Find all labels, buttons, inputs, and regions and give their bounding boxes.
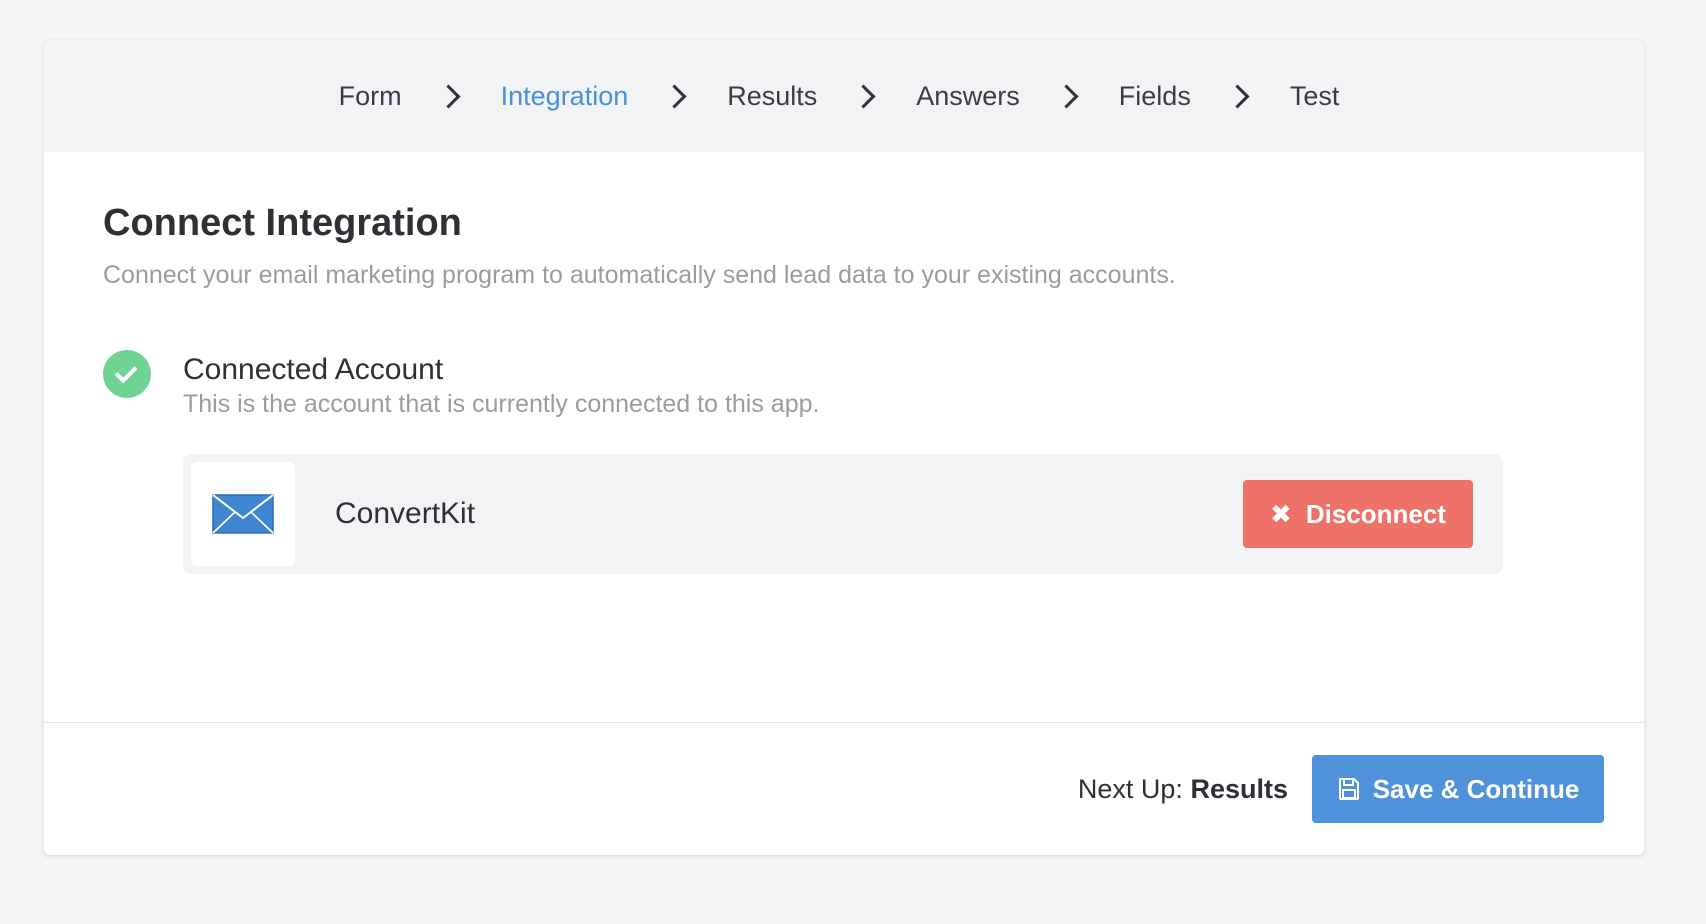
envelope-icon [212,494,274,534]
section-subtitle: This is the account that is currently co… [183,390,820,418]
check-circle-icon [103,350,151,398]
account-logo [191,462,295,566]
disconnect-button[interactable]: ✖ Disconnect [1243,480,1473,548]
step-fields[interactable]: Fields [1119,81,1191,112]
chevron-right-icon [1225,83,1250,109]
step-answers[interactable]: Answers [916,81,1020,112]
chevron-right-icon [851,83,876,109]
next-up: Next Up: Results [1078,774,1288,805]
step-form[interactable]: Form [339,81,402,112]
floppy-disk-icon [1338,778,1359,800]
next-up-label: Next Up: [1077,773,1183,804]
next-up-value: Results [1190,773,1288,804]
account-name: ConvertKit [335,497,476,530]
disconnect-label: Disconnect [1305,498,1446,529]
save-label: Save & Continue [1372,773,1580,804]
integration-card: Form Integration Results Answers Fields … [44,40,1644,855]
connected-account-section: Connected Account This is the account th… [103,350,1585,420]
chevron-right-icon [662,83,687,109]
main-content: Connect Integration Connect your email m… [44,152,1644,722]
connected-account-text: Connected Account This is the account th… [183,352,819,420]
footer: Next Up: Results Save & Continue [44,722,1644,855]
step-integration[interactable]: Integration [501,81,629,112]
chevron-right-icon [436,83,461,109]
account-row: ConvertKit ✖ Disconnect [183,454,1503,574]
save-continue-button[interactable]: Save & Continue [1312,755,1604,823]
section-title: Connected Account [183,353,444,386]
chevron-right-icon [1054,83,1079,109]
page-subtitle: Connect your email marketing program to … [103,261,1176,289]
stepper: Form Integration Results Answers Fields … [44,40,1644,152]
step-results[interactable]: Results [727,81,817,112]
step-test[interactable]: Test [1290,81,1340,112]
page-title: Connect Integration [103,202,462,244]
x-icon: ✖ [1270,498,1292,529]
